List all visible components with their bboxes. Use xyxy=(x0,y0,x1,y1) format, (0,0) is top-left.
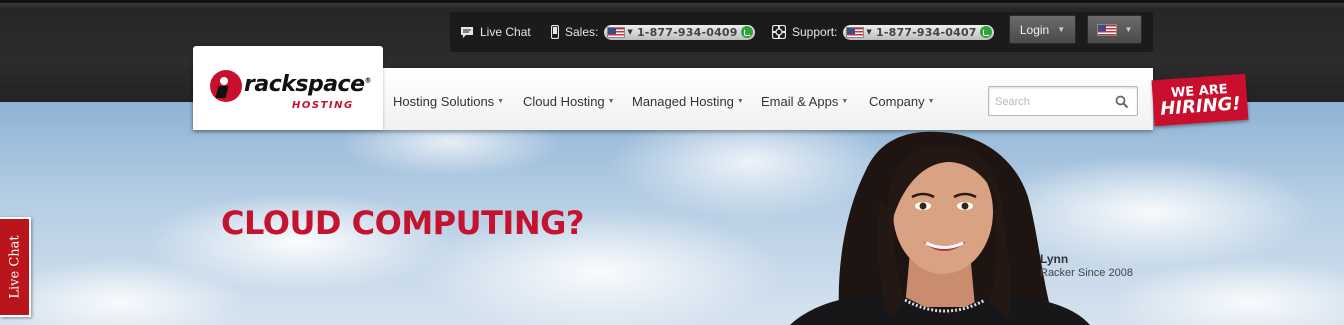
nav-label: Managed Hosting xyxy=(632,93,734,109)
nav-cloud-hosting[interactable]: Cloud Hosting ▼ xyxy=(523,92,615,110)
rackspace-logo[interactable]: rackspace® HOSTING xyxy=(210,70,372,114)
hero-headline: CLOUD COMPUTING? xyxy=(221,204,584,242)
chevron-down-icon: ▼ xyxy=(607,97,615,105)
support-contact: Support: ▼ 1-877-934-0407 xyxy=(772,12,994,52)
hero-sky-background xyxy=(0,102,1344,325)
caret-down-icon: ▼ xyxy=(866,28,872,36)
nav-managed-hosting[interactable]: Managed Hosting ▼ xyxy=(632,92,744,110)
nav-label: Cloud Hosting xyxy=(523,93,605,109)
chevron-down-icon: ▼ xyxy=(1124,25,1133,34)
person-name: Lynn xyxy=(1040,252,1069,266)
live-chat-label: Live Chat xyxy=(480,25,531,39)
us-flag-icon xyxy=(846,26,865,38)
login-button[interactable]: Login ▼ xyxy=(1009,15,1076,44)
hiring-line-2: HIRING! xyxy=(1159,92,1242,120)
live-chat-side-label: Live Chat xyxy=(7,235,22,299)
rackspace-logo-mark-icon xyxy=(210,70,242,102)
us-flag-icon xyxy=(607,26,626,38)
chat-bubble-icon xyxy=(461,26,473,38)
page: Live Chat Sales: ▼ 1-877-934-0409 Suppor… xyxy=(0,0,1344,325)
sales-contact: Sales: ▼ 1-877-934-0409 xyxy=(551,12,755,52)
live-chat-side-tab[interactable]: Live Chat xyxy=(0,217,31,317)
chevron-down-icon: ▼ xyxy=(736,97,744,105)
support-label: Support: xyxy=(792,25,838,39)
person-tenure: Racker Since 2008 xyxy=(1040,267,1133,279)
person-caption: Lynn Racker Since 2008 xyxy=(1040,252,1133,279)
chevron-down-icon: ▼ xyxy=(497,97,505,105)
call-icon xyxy=(979,26,992,38)
utility-bar: Live Chat Sales: ▼ 1-877-934-0409 Suppor… xyxy=(450,12,1153,52)
support-phone-selector[interactable]: ▼ 1-877-934-0407 xyxy=(843,24,994,40)
search-icon[interactable] xyxy=(1115,95,1129,109)
sales-label: Sales: xyxy=(565,25,599,39)
nav-hosting-solutions[interactable]: Hosting Solutions ▼ xyxy=(393,92,504,110)
we-are-hiring-badge[interactable]: WE ARE HIRING! xyxy=(1151,73,1249,127)
caret-down-icon: ▼ xyxy=(627,28,633,36)
support-phone-number: 1-877-934-0407 xyxy=(875,25,977,39)
call-icon xyxy=(740,26,753,38)
login-label: Login xyxy=(1019,22,1050,37)
mobile-phone-icon xyxy=(551,25,559,39)
lifebuoy-icon xyxy=(772,25,786,39)
sales-phone-number: 1-877-934-0409 xyxy=(636,25,738,39)
nav-label: Hosting Solutions xyxy=(393,93,495,109)
chevron-down-icon: ▼ xyxy=(1057,25,1066,34)
sales-phone-selector[interactable]: ▼ 1-877-934-0409 xyxy=(604,24,755,40)
us-flag-icon xyxy=(1096,23,1117,36)
country-selector-button[interactable]: ▼ xyxy=(1087,15,1142,44)
person-photo xyxy=(790,131,1090,325)
logo-subtitle: HOSTING xyxy=(292,100,354,111)
logo-wordmark: rackspace® xyxy=(244,72,372,97)
live-chat-link[interactable]: Live Chat xyxy=(460,12,531,52)
